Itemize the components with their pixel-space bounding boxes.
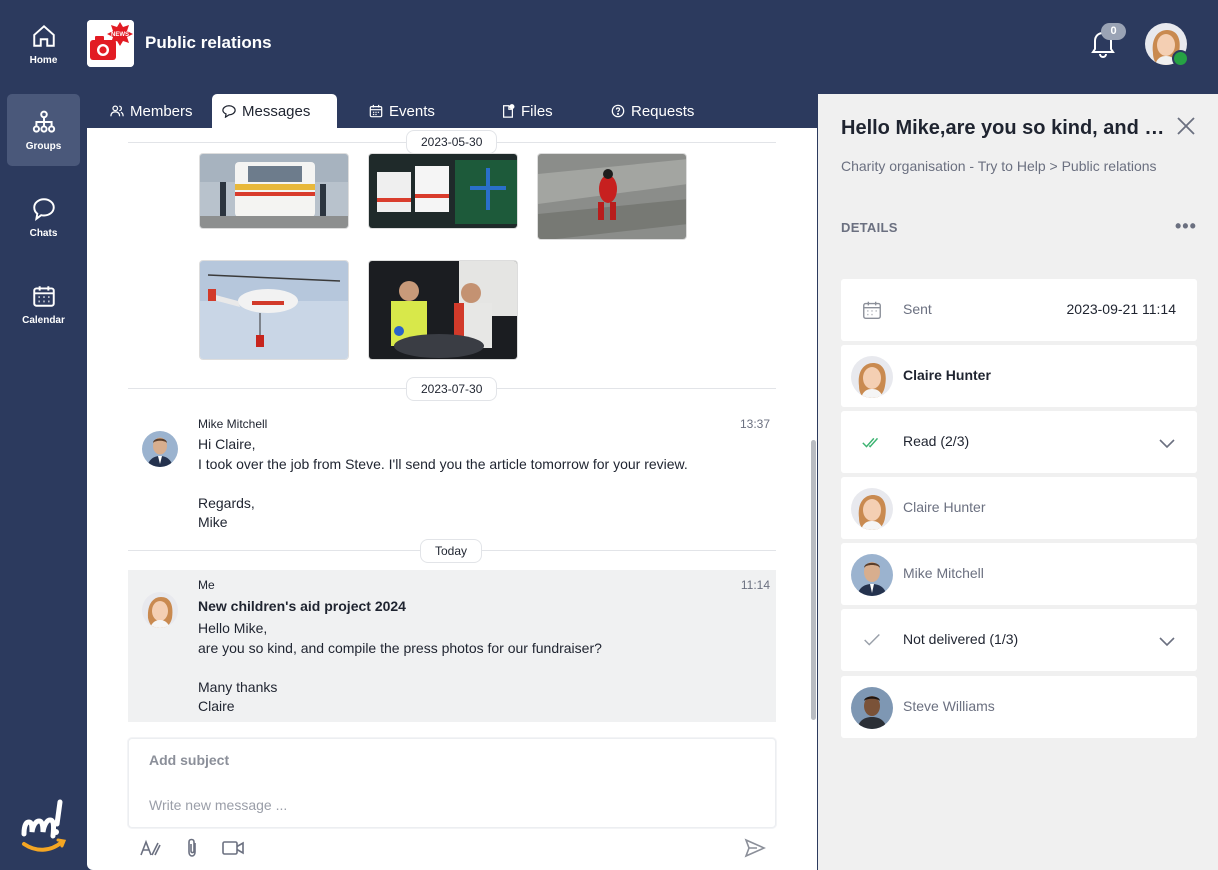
attachment-icon[interactable] <box>180 836 204 860</box>
message-body: Hello Mike, are you so kind, and compile… <box>198 620 602 714</box>
text-format-icon[interactable] <box>138 836 162 860</box>
read-status-row[interactable]: Read (2/3) <box>841 411 1197 473</box>
read-user-row[interactable]: Claire Hunter <box>841 477 1197 539</box>
read-user-row[interactable]: Mike Mitchell <box>841 543 1197 605</box>
chevron-down-icon[interactable] <box>1157 433 1177 453</box>
group-tabs: Members Messages Events Files Requests <box>87 94 817 128</box>
message-body: Hi Claire, I took over the job from Stev… <box>198 436 688 530</box>
tab-files-label: Files <box>521 102 553 120</box>
send-icon[interactable] <box>743 836 767 860</box>
groups-icon <box>32 110 55 133</box>
sent-label: Sent <box>903 301 932 317</box>
nav-calendar-label: Calendar <box>22 314 65 326</box>
message-author: Mike Mitchell <box>198 417 268 431</box>
message-feed[interactable]: 2023-05-30 2023-07-30 Mike Mitchell 13:3… <box>128 128 776 726</box>
check-icon <box>864 633 880 646</box>
tab-files[interactable]: Files <box>491 94 563 128</box>
requests-icon <box>611 104 625 118</box>
not-delivered-label: Not delivered (1/3) <box>903 631 1019 647</box>
tab-requests-label: Requests <box>631 102 695 120</box>
chevron-down-icon[interactable] <box>1157 631 1177 651</box>
video-call-icon[interactable] <box>221 836 245 860</box>
double-check-icon <box>862 437 879 448</box>
nav-calendar[interactable]: Calendar <box>7 268 80 340</box>
tab-events[interactable]: Events <box>359 94 445 128</box>
date-chip: 2023-05-30 <box>406 130 498 154</box>
avatar <box>142 592 178 628</box>
message-item[interactable]: Mike Mitchell 13:37 Hi Claire, I took ov… <box>128 409 776 541</box>
notifications-badge: 0 <box>1101 23 1126 40</box>
message-time: 13:37 <box>739 417 770 431</box>
online-status-icon <box>1172 50 1189 67</box>
news-camera-icon: NEWS <box>87 20 134 67</box>
tab-members[interactable]: Members <box>100 94 203 128</box>
not-delivered-row[interactable]: Not delivered (1/3) <box>841 609 1197 671</box>
photo-ambulances-side[interactable] <box>368 153 518 229</box>
breadcrumb: Charity organisation - Try to Help > Pub… <box>841 158 1157 174</box>
message-icon <box>222 105 236 118</box>
close-icon[interactable] <box>1174 114 1198 138</box>
read-label: Read (2/3) <box>903 433 970 449</box>
feed-scrollbar[interactable] <box>811 440 816 720</box>
photo-ambulance-front[interactable] <box>199 153 349 229</box>
sent-value: 2023-09-21 11:14 <box>1066 301 1177 317</box>
sent-row: Sent 2023-09-21 11:14 <box>841 279 1197 341</box>
left-nav: Home Groups Chats Calendar <box>0 0 87 870</box>
message-subject: New children's aid project 2024 <box>198 598 406 614</box>
members-icon <box>110 105 124 117</box>
message-item-own[interactable]: Me 11:14 New children's aid project 2024… <box>128 570 776 722</box>
nav-home-label: Home <box>29 54 58 66</box>
nav-chats[interactable]: Chats <box>7 181 80 253</box>
details-heading: DETAILS <box>841 220 898 235</box>
panel-title: Hello Mike,are you so kind, and compile … <box>841 117 1171 139</box>
tab-events-label: Events <box>389 102 435 120</box>
calendar-icon <box>32 285 55 307</box>
read-user-name: Mike Mitchell <box>903 565 984 581</box>
nav-chats-label: Chats <box>29 227 58 239</box>
events-icon <box>369 104 383 118</box>
photo-helicopter[interactable] <box>199 260 349 360</box>
subject-input[interactable] <box>149 752 749 768</box>
tab-messages-label: Messages <box>242 102 311 120</box>
nav-home[interactable]: Home <box>7 8 80 80</box>
avatar <box>142 431 178 467</box>
sender-row[interactable]: Claire Hunter <box>841 345 1197 407</box>
tab-messages[interactable]: Messages <box>212 94 337 128</box>
news-badge-text: NEWS <box>111 32 129 38</box>
message-time: 11:14 <box>740 578 770 592</box>
messages-panel: 2023-05-30 2023-07-30 Mike Mitchell 13:3… <box>87 128 817 870</box>
message-input[interactable] <box>149 797 749 813</box>
tab-members-label: Members <box>130 102 193 120</box>
avatar <box>851 488 893 530</box>
calendar-icon <box>863 301 881 319</box>
chat-icon <box>32 197 55 221</box>
not-delivered-user-row[interactable]: Steve Williams <box>841 676 1197 738</box>
avatar <box>851 554 893 596</box>
home-icon <box>32 24 55 47</box>
message-author: Me <box>198 578 215 592</box>
avatar <box>851 687 893 729</box>
tab-requests[interactable]: Requests <box>601 94 704 128</box>
avatar <box>851 356 893 398</box>
group-avatar[interactable]: NEWS <box>87 20 134 67</box>
read-user-name: Claire Hunter <box>903 499 986 515</box>
more-options-icon[interactable]: ••• <box>1175 216 1197 237</box>
nav-groups-label: Groups <box>25 140 62 152</box>
date-chip: 2023-07-30 <box>406 377 498 401</box>
group-title: Public relations <box>145 33 272 52</box>
date-chip: Today <box>420 539 483 563</box>
app-logo-icon <box>21 799 67 852</box>
files-icon <box>503 104 515 118</box>
message-details-panel: Hello Mike,are you so kind, and compile … <box>818 94 1218 870</box>
not-delivered-user-name: Steve Williams <box>903 698 995 714</box>
photo-paramedics[interactable] <box>368 260 518 360</box>
photo-mountain-rescue[interactable] <box>537 153 687 240</box>
nav-groups[interactable]: Groups <box>7 94 80 166</box>
sender-name: Claire Hunter <box>903 367 991 383</box>
